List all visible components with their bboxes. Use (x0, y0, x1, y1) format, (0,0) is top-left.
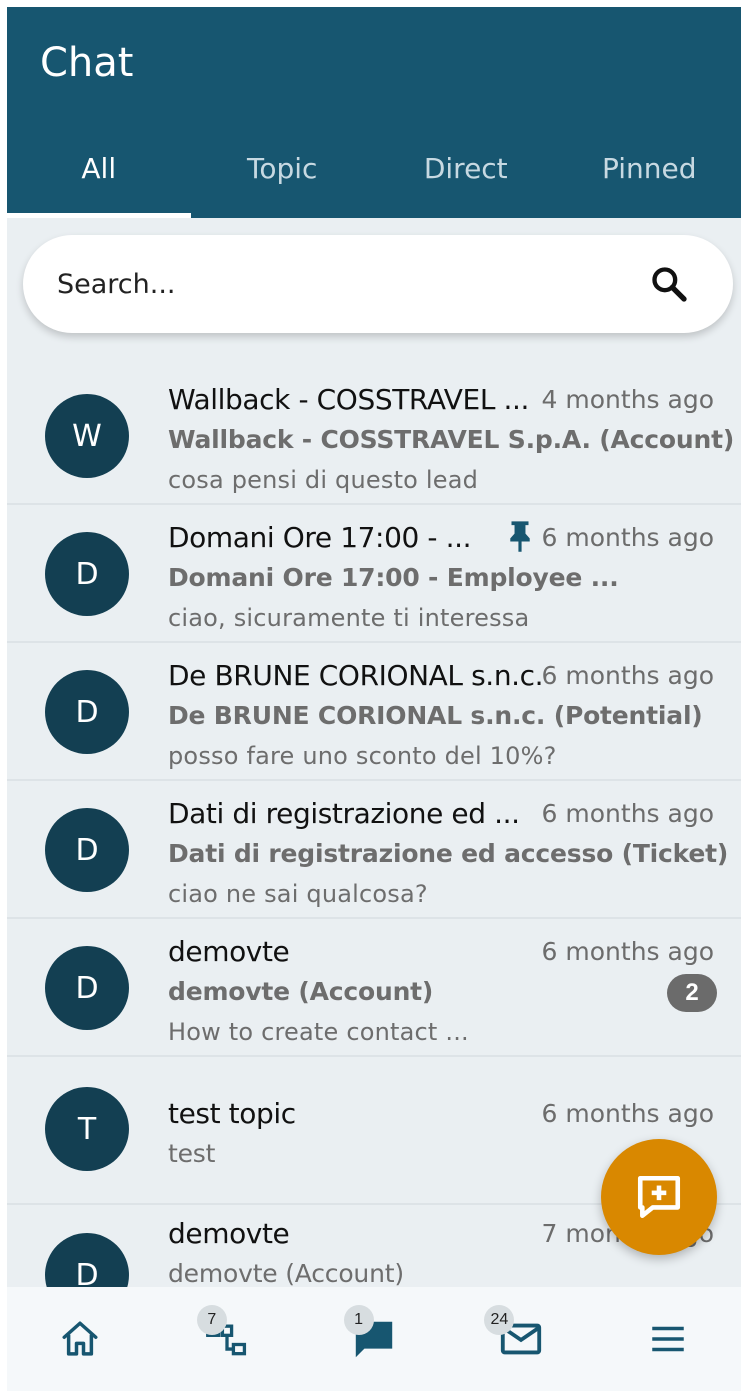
chat-timestamp: 6 months ago (541, 937, 714, 966)
nav-badge: 1 (343, 1305, 374, 1335)
avatar: D (45, 670, 129, 754)
chat-last-message: ciao, sicuramente ti interessa (168, 604, 530, 632)
chat-timestamp: 6 months ago (541, 523, 714, 552)
chat-subtitle: demovte (Account) (168, 977, 434, 1006)
tab-direct[interactable]: Direct (374, 137, 558, 218)
chat-list-item[interactable]: D De BRUNE CORIONAL s.n.c. 6 months ago … (7, 643, 741, 781)
home-icon (62, 1321, 98, 1356)
chat-timestamp: 6 months ago (541, 661, 714, 690)
nav-home[interactable] (7, 1287, 154, 1391)
chat-name: De BRUNE CORIONAL s.n.c. (168, 659, 544, 692)
unread-count-badge: 2 (667, 974, 717, 1012)
avatar: D (45, 808, 129, 892)
new-chat-icon (637, 1175, 681, 1219)
nav-mail[interactable]: 24 (447, 1287, 594, 1391)
page-title: Chat (40, 40, 134, 86)
app-bar: Chat All Topic Direct Pinned (7, 7, 741, 218)
chat-name: Dati di registrazione ed ... (168, 797, 520, 830)
chat-subtitle: Wallback - COSSTRAVEL S.p.A. (Account) (168, 425, 735, 454)
avatar: W (45, 394, 129, 478)
chat-screen: Chat All Topic Direct Pinned W Wallback … (7, 7, 741, 1391)
new-chat-button[interactable] (601, 1139, 717, 1255)
chat-last-message: ciao ne sai qualcosa? (168, 880, 428, 908)
chat-list-item[interactable]: W Wallback - COSSTRAVEL ... 4 months ago… (7, 367, 741, 505)
tab-pinned[interactable]: Pinned (558, 137, 741, 218)
chat-subtitle: Domani Ore 17:00 - Employee ... (168, 563, 619, 592)
chat-subtitle: test (168, 1139, 216, 1168)
chat-timestamp: 6 months ago (541, 799, 714, 828)
chat-subtitle: Dati di registrazione ed accesso (Ticket… (168, 839, 729, 868)
chat-name: demovte (168, 1217, 290, 1250)
chat-name: demovte (168, 935, 290, 968)
chat-name: Domani Ore 17:00 - ... (168, 521, 472, 554)
avatar: D (45, 532, 129, 616)
chat-last-message: cosa pensi di questo lead (168, 466, 479, 494)
nav-menu[interactable] (594, 1287, 741, 1391)
avatar: D (45, 1233, 129, 1287)
tab-bar: All Topic Direct Pinned (7, 137, 741, 218)
chat-name: test topic (168, 1097, 296, 1130)
chat-last-message: How to create contact ... (168, 1018, 469, 1046)
chat-subtitle: De BRUNE CORIONAL s.n.c. (Potential) (168, 701, 703, 730)
menu-icon (651, 1326, 684, 1352)
search-input[interactable] (57, 235, 617, 333)
search-bar (23, 235, 733, 333)
search-icon[interactable] (649, 264, 689, 304)
nav-hierarchy[interactable]: 7 (154, 1287, 301, 1391)
chat-list-item[interactable]: D Dati di registrazione ed ... 6 months … (7, 781, 741, 919)
nav-badge: 7 (196, 1305, 227, 1335)
chat-list-item[interactable]: D demovte 6 months ago demovte (Account)… (7, 919, 741, 1057)
tab-all[interactable]: All (7, 137, 191, 218)
chat-last-message: posso fare uno sconto del 10%? (168, 742, 557, 770)
chat-list-item[interactable]: D Domani Ore 17:00 - ... 6 months ago Do… (7, 505, 741, 643)
chat-subtitle: demovte (Account) (168, 1259, 404, 1287)
chat-name: Wallback - COSSTRAVEL ... (168, 383, 530, 416)
avatar: D (45, 946, 129, 1030)
chat-timestamp: 4 months ago (541, 385, 714, 414)
pin-icon (510, 521, 530, 552)
avatar: T (45, 1087, 129, 1171)
nav-chat[interactable]: 1 (301, 1287, 448, 1391)
tab-topic[interactable]: Topic (191, 137, 375, 218)
chat-timestamp: 6 months ago (541, 1099, 714, 1128)
bottom-navigation: 7 1 24 (7, 1287, 741, 1391)
